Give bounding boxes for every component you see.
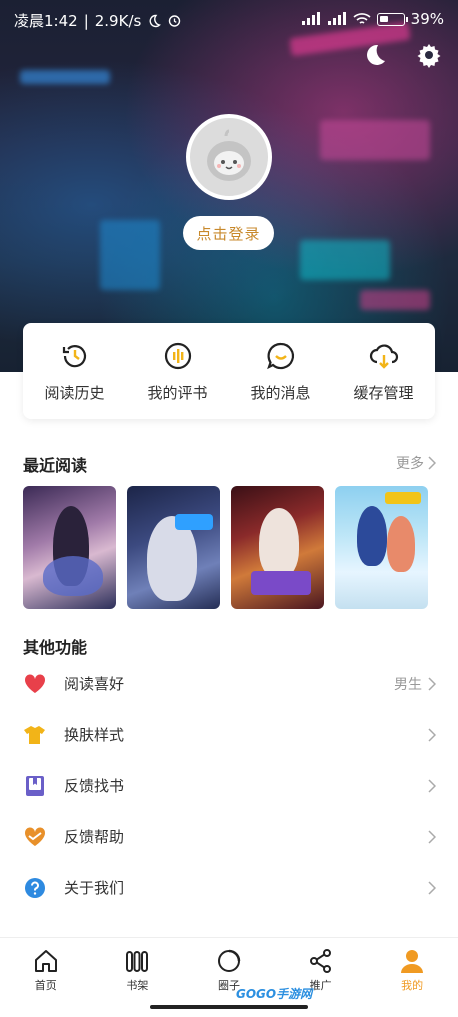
function-feedback-help[interactable]: 反馈帮助 — [0, 811, 458, 862]
message-icon — [266, 342, 294, 369]
background-decoration — [360, 290, 430, 310]
quick-action-label: 我的消息 — [250, 383, 311, 402]
more-label: 更多 — [396, 456, 424, 472]
background-decoration — [20, 70, 110, 84]
function-label: 换肤样式 — [64, 726, 125, 744]
shirt-icon — [23, 723, 47, 747]
status-time: 凌晨1:42 — [14, 12, 78, 30]
review-icon — [164, 342, 191, 369]
other-functions-title: 其他功能 — [23, 638, 88, 657]
function-value: 男生 — [394, 676, 422, 693]
quick-action-label: 我的评书 — [147, 383, 208, 402]
book-cover[interactable] — [231, 486, 324, 609]
history-icon — [62, 344, 86, 367]
nav-mine[interactable]: 我的 — [367, 938, 458, 1017]
chevron-right-icon — [428, 778, 436, 793]
book-cover[interactable] — [335, 486, 428, 609]
status-divider: | — [83, 11, 89, 30]
signal-icon — [301, 12, 320, 25]
book-cover[interactable] — [23, 486, 116, 609]
function-list: 阅读喜好 男生 换肤样式 反馈找书 反馈帮助 关于我们 — [0, 658, 458, 913]
book-icon — [23, 774, 47, 798]
function-reading-preference[interactable]: 阅读喜好 男生 — [0, 658, 458, 709]
alarm-icon — [169, 15, 181, 27]
status-speed: 2.9K/s — [94, 11, 142, 30]
wifi-icon — [353, 13, 371, 24]
function-label: 关于我们 — [64, 879, 125, 897]
cover-art — [175, 514, 213, 530]
nav-label: 我的 — [401, 979, 424, 992]
nav-label: 书架 — [126, 979, 149, 992]
function-label: 反馈找书 — [64, 777, 125, 795]
home-indicator[interactable] — [150, 1005, 308, 1009]
bookshelf-icon — [126, 951, 149, 972]
recent-books-list — [23, 486, 428, 609]
cover-art — [385, 492, 421, 504]
cover-art — [387, 516, 415, 572]
background-decoration — [300, 240, 390, 280]
cover-art — [43, 556, 103, 596]
quick-action-reviews[interactable]: 我的评书 — [128, 340, 228, 403]
user-icon — [401, 950, 424, 973]
status-bar: 凌晨1:42 | 2.9K/s 39% — [0, 0, 458, 38]
nav-label: 首页 — [34, 979, 57, 992]
function-label: 阅读喜好 — [64, 675, 125, 693]
help-heart-icon — [23, 825, 47, 849]
nav-label: 推广 — [309, 979, 332, 992]
circle-icon — [217, 949, 241, 972]
home-icon — [34, 950, 57, 972]
function-label: 反馈帮助 — [64, 828, 125, 846]
more-link[interactable]: 更多 — [396, 453, 436, 473]
battery-percent: 39% — [410, 10, 444, 28]
cover-art — [259, 508, 299, 578]
cover-art — [251, 571, 311, 595]
night-mode-icon[interactable] — [362, 42, 388, 68]
avatar[interactable] — [186, 114, 272, 200]
quick-action-messages[interactable]: 我的消息 — [231, 340, 331, 403]
signal-icon — [327, 12, 346, 25]
chevron-right-icon — [428, 456, 436, 470]
battery-icon — [376, 12, 408, 26]
background-decoration — [100, 220, 160, 290]
quick-action-history[interactable]: 阅读历史 — [25, 340, 125, 403]
function-about-us[interactable]: 关于我们 — [0, 862, 458, 913]
nav-home[interactable]: 首页 — [0, 938, 91, 1017]
settings-gear-icon[interactable] — [416, 42, 442, 68]
quick-action-label: 阅读历史 — [44, 383, 105, 402]
share-icon — [309, 949, 331, 973]
quick-action-label: 缓存管理 — [353, 383, 414, 402]
watermark-text: GOGO手游网 — [236, 987, 313, 1001]
moon-small-icon — [149, 14, 162, 27]
quick-actions-card: 阅读历史 我的评书 我的消息 缓存管理 — [23, 323, 435, 419]
chevron-right-icon — [428, 727, 436, 742]
book-cover[interactable] — [127, 486, 220, 609]
chevron-right-icon — [428, 676, 436, 691]
chevron-right-icon — [428, 829, 436, 844]
chevron-right-icon — [428, 880, 436, 895]
heart-icon — [23, 672, 47, 696]
recent-reading-title: 最近阅读 — [23, 456, 88, 475]
cover-art — [357, 506, 387, 566]
background-decoration — [320, 120, 430, 160]
default-avatar-icon — [207, 129, 251, 181]
quick-action-cache[interactable]: 缓存管理 — [334, 340, 434, 403]
download-icon — [369, 343, 398, 369]
function-skin-style[interactable]: 换肤样式 — [0, 709, 458, 760]
login-button[interactable]: 点击登录 — [183, 216, 274, 250]
question-icon — [23, 876, 47, 900]
function-feedback-find-book[interactable]: 反馈找书 — [0, 760, 458, 811]
